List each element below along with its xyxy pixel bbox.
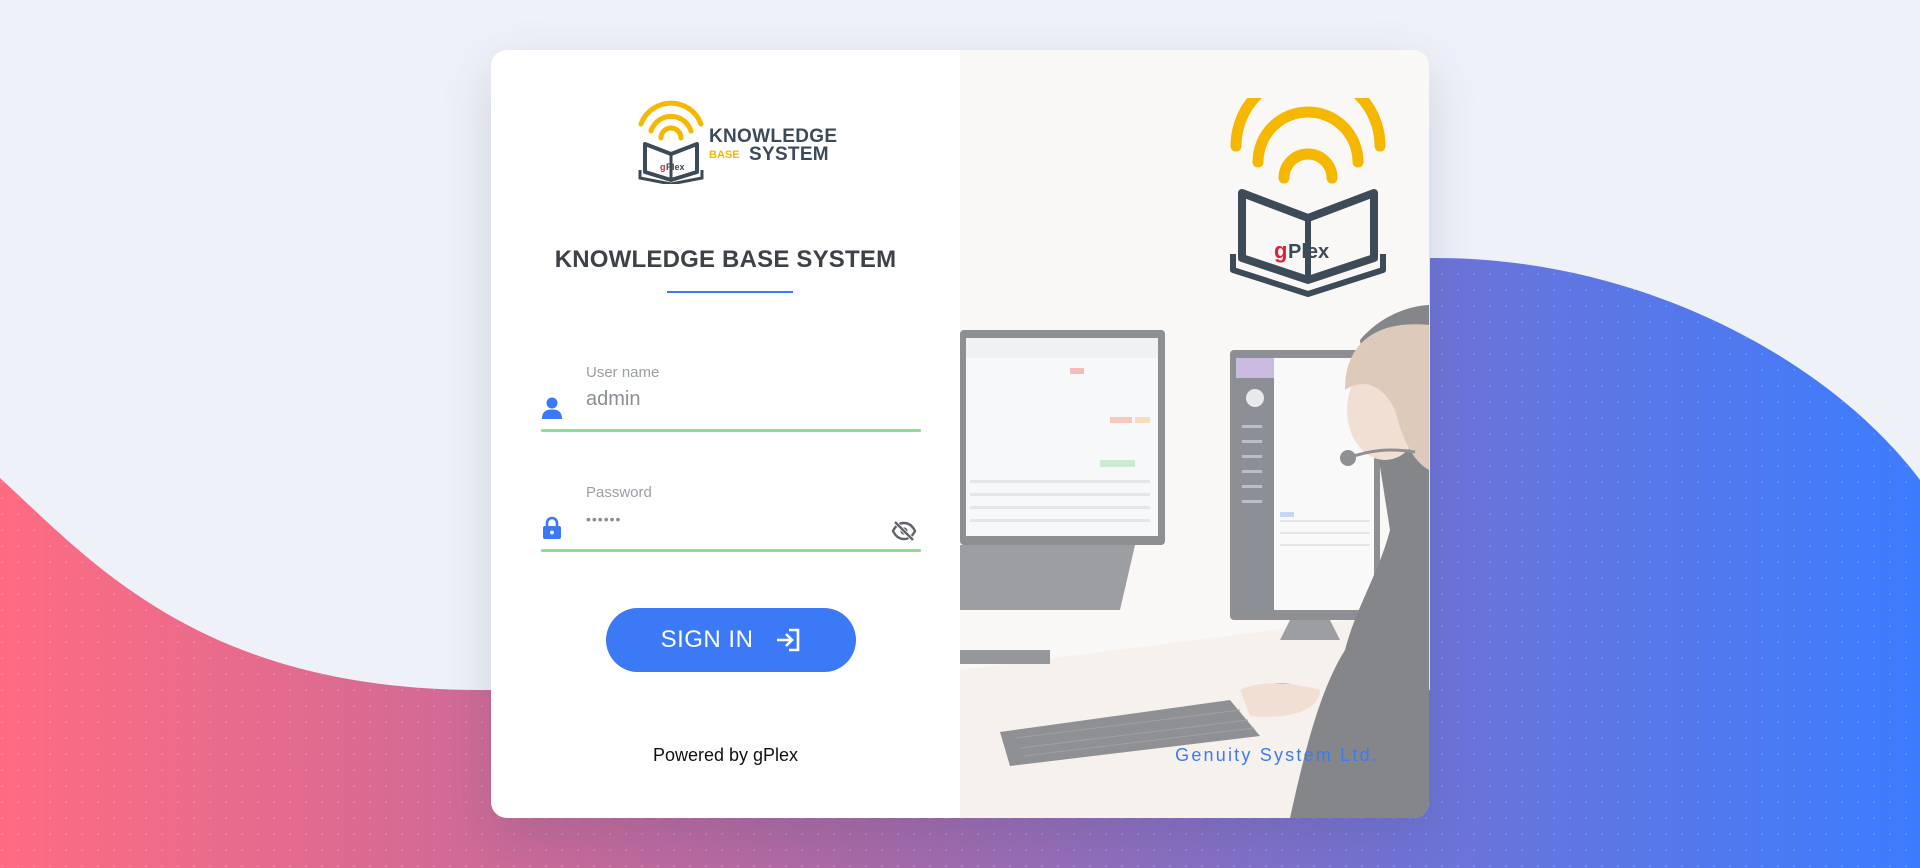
username-input[interactable] <box>586 384 886 414</box>
svg-text:Plex: Plex <box>666 162 685 172</box>
svg-text:g: g <box>1274 238 1287 263</box>
hero-panel: g Plex Genuity System Ltd. <box>960 50 1429 818</box>
login-panel: g Plex KNOWLEDGE BASE SYSTEM KNOWLEDGE B… <box>491 50 960 818</box>
powered-by: Powered by gPlex <box>652 745 799 765</box>
gplex-logo: g Plex <box>1230 98 1386 297</box>
username-label: User name <box>586 364 660 381</box>
password-underline <box>541 549 921 552</box>
sign-in-label: SIGN IN <box>660 626 754 653</box>
username-underline <box>541 429 921 432</box>
page-title: KNOWLEDGE BASE SYSTEM <box>554 246 897 273</box>
sign-in-button[interactable]: SIGN IN <box>606 608 856 672</box>
password-label: Password <box>586 484 652 501</box>
svg-text:g: g <box>660 162 666 172</box>
login-arrow-icon <box>777 628 800 652</box>
company-name: Genuity System Ltd. <box>1175 745 1379 765</box>
brand-word-system: SYSTEM <box>749 144 829 165</box>
brand-logo: g Plex KNOWLEDGE BASE SYSTEM <box>637 98 837 184</box>
brand-word-base: BASE <box>709 149 740 161</box>
password-field: Password <box>541 482 921 552</box>
login-card: g Plex KNOWLEDGE BASE SYSTEM KNOWLEDGE B… <box>491 50 1429 818</box>
svg-text:Plex: Plex <box>1288 241 1329 263</box>
username-field: User name <box>541 362 921 432</box>
title-underline <box>667 291 793 293</box>
eye-off-icon[interactable] <box>891 520 917 542</box>
person-icon <box>542 397 562 419</box>
book-wifi-icon: g Plex <box>638 100 704 184</box>
lock-icon <box>543 516 561 539</box>
password-input[interactable] <box>586 504 886 534</box>
